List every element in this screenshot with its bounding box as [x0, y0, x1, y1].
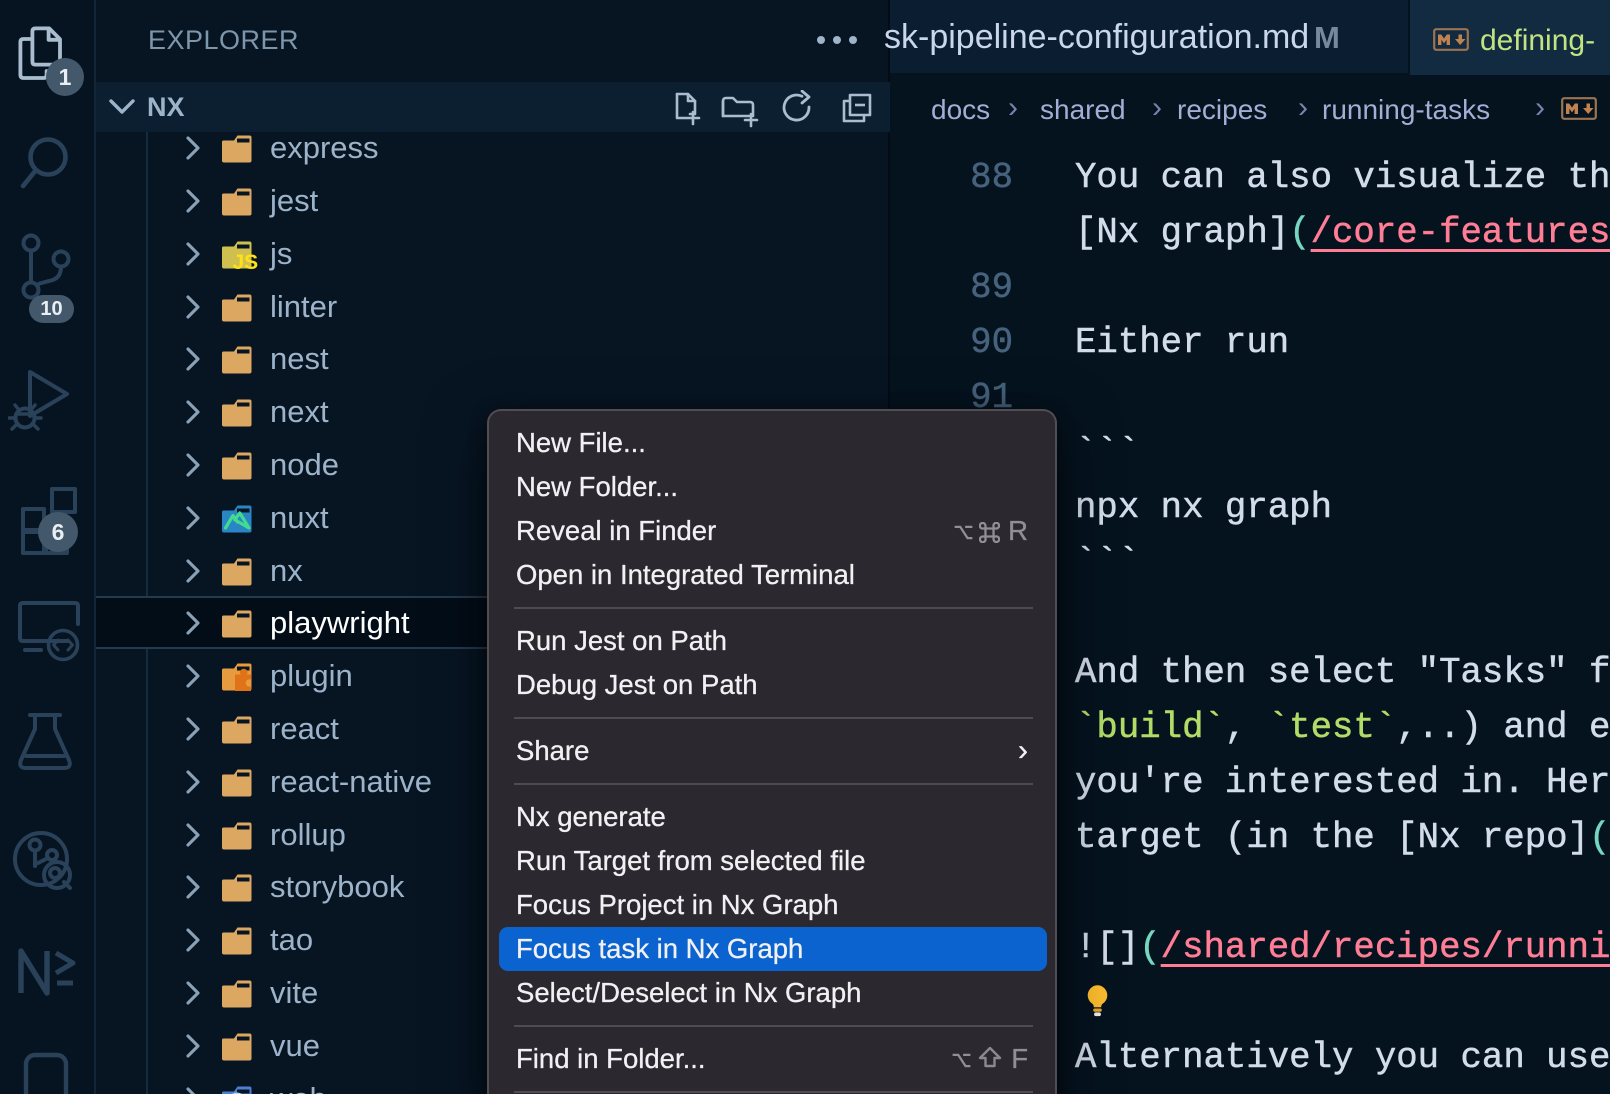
svg-text:JS: JS — [233, 251, 259, 274]
